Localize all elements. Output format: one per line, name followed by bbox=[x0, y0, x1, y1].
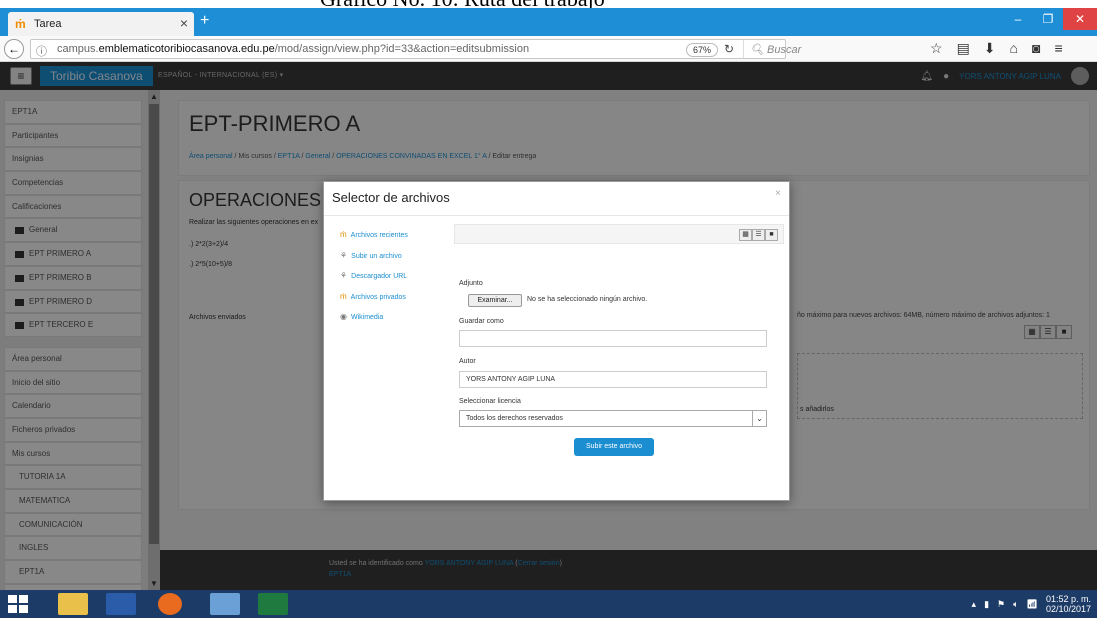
network-icon[interactable]: 📶︎ bbox=[1027, 599, 1038, 610]
new-tab-button[interactable]: + bbox=[200, 12, 209, 30]
download-icon[interactable]: ⬇ bbox=[984, 40, 996, 57]
document-heading: Gráfico No. 10: Ruta del trabajo bbox=[0, 0, 1097, 8]
battery-icon[interactable]: ▮ bbox=[984, 599, 989, 610]
menu-icon[interactable]: ≡ bbox=[1054, 40, 1062, 57]
paint-icon[interactable] bbox=[210, 593, 240, 615]
repo-url-downloader[interactable]: ⚘ Descargador URL bbox=[340, 271, 407, 280]
file-explorer-icon[interactable] bbox=[58, 593, 88, 615]
upload-panel: ▦ ☰ ■ Adjunto Examinar... No se ha selec… bbox=[454, 224, 784, 494]
upload-file-button[interactable]: Subir este archivo bbox=[574, 438, 654, 456]
grid-view-icon[interactable]: ▦ bbox=[739, 229, 752, 241]
info-icon[interactable]: ⓘ bbox=[36, 43, 47, 59]
author-label: Autor bbox=[459, 358, 476, 365]
url-icon: ⚘ bbox=[340, 271, 348, 280]
file-picker-dialog: Selector de archivos × ṁ Archivos recient… bbox=[323, 181, 790, 501]
no-file-text: No se ha seleccionado ningún archivo. bbox=[527, 296, 648, 303]
toolbar-icons: ☆ ▤ ⬇ ⌂ ◙ ≡ bbox=[930, 40, 1063, 57]
moodle-icon: ṁ bbox=[340, 230, 347, 239]
window-controls: – ❐ ✕ bbox=[1003, 8, 1097, 32]
panel-toolbar: ▦ ☰ ■ bbox=[454, 224, 784, 244]
chevron-down-icon: ⌄ bbox=[752, 411, 766, 426]
license-select[interactable]: Todos los derechos reservados ⌄ bbox=[459, 410, 767, 427]
author-input[interactable]: YORS ANTONY AGIP LUNA bbox=[459, 371, 767, 388]
windows-taskbar: ▴ ▮ ⚑ 🔈︎ 📶︎ 01:52 p. m. 02/10/2017 bbox=[0, 590, 1097, 618]
reload-icon[interactable]: ↻ bbox=[724, 42, 734, 56]
system-tray: ▴ ▮ ⚑ 🔈︎ 📶︎ 01:52 p. m. 02/10/2017 bbox=[972, 594, 1091, 614]
bookmark-star-icon[interactable]: ☆ bbox=[930, 40, 943, 57]
tab-title: Tarea bbox=[34, 18, 62, 30]
save-as-input[interactable] bbox=[459, 330, 767, 347]
windows-start-icon[interactable] bbox=[8, 595, 30, 613]
repo-wikimedia[interactable]: ◉ Wikimedia bbox=[340, 312, 383, 321]
back-button[interactable]: ← bbox=[4, 39, 24, 59]
tray-arrow-icon[interactable]: ▴ bbox=[972, 599, 977, 610]
browse-button[interactable]: Examinar... bbox=[468, 294, 522, 307]
attachment-label: Adjunto bbox=[459, 280, 483, 287]
close-icon[interactable]: × bbox=[775, 188, 781, 199]
pocket-icon[interactable]: ◙ bbox=[1032, 40, 1040, 57]
zoom-level[interactable]: 67% bbox=[686, 43, 719, 57]
wikimedia-icon: ◉ bbox=[340, 312, 347, 321]
flag-icon[interactable]: ⚑ bbox=[997, 599, 1005, 610]
browser-tab[interactable]: ṁ Tarea × bbox=[8, 12, 194, 36]
folder-view-icon[interactable]: ■ bbox=[765, 229, 778, 241]
repo-private-files[interactable]: ṁ Archivos privados bbox=[340, 292, 406, 301]
upload-icon: ⚘ bbox=[340, 251, 348, 260]
clock[interactable]: 01:52 p. m. 02/10/2017 bbox=[1046, 594, 1091, 614]
browser-titlebar: ṁ Tarea × + – ❐ ✕ bbox=[0, 8, 1097, 36]
address-bar[interactable]: ⓘ campus.emblematicotoribiocasanova.edu.… bbox=[30, 39, 801, 59]
browser-navbar: ← ⓘ campus.emblematicotoribiocasanova.ed… bbox=[0, 36, 1097, 62]
close-window-icon[interactable]: ✕ bbox=[1063, 8, 1097, 30]
bookmarks-list-icon[interactable]: ▤ bbox=[957, 40, 970, 57]
search-input[interactable]: 🔍︎ Buscar bbox=[743, 40, 817, 58]
firefox-icon[interactable] bbox=[158, 593, 182, 615]
save-as-label: Guardar como bbox=[459, 318, 504, 325]
license-label: Seleccionar licencia bbox=[459, 398, 521, 405]
moodle-favicon-icon: ṁ bbox=[15, 17, 26, 31]
list-view-icon[interactable]: ☰ bbox=[752, 229, 765, 241]
excel-icon[interactable] bbox=[258, 593, 288, 615]
maximize-icon[interactable]: ❐ bbox=[1033, 8, 1063, 30]
repo-upload-file[interactable]: ⚘ Subir un archivo bbox=[340, 251, 402, 260]
dialog-title: Selector de archivos bbox=[332, 190, 450, 205]
minimize-icon[interactable]: – bbox=[1003, 8, 1033, 30]
home-icon[interactable]: ⌂ bbox=[1010, 40, 1018, 57]
word-icon[interactable] bbox=[106, 593, 136, 615]
moodle-icon: ṁ bbox=[340, 292, 347, 301]
repo-recent-files[interactable]: ṁ Archivos recientes bbox=[340, 230, 408, 239]
close-tab-icon[interactable]: × bbox=[180, 15, 188, 31]
url-text: campus.emblematicotoribiocasanova.edu.pe… bbox=[57, 43, 530, 55]
volume-icon[interactable]: 🔈︎ bbox=[1013, 599, 1018, 610]
